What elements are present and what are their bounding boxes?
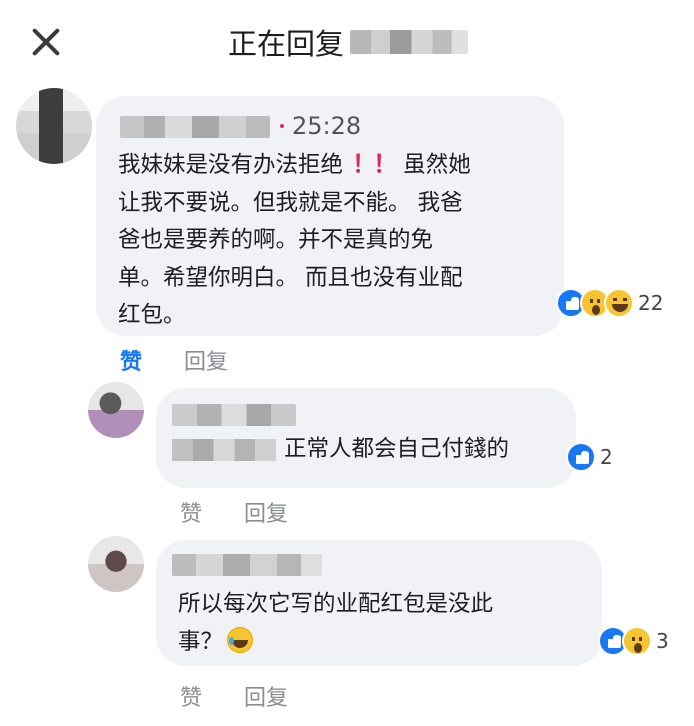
like-button[interactable]: 赞 — [120, 344, 142, 376]
reply-button[interactable]: 回复 — [244, 680, 288, 712]
reply-button[interactable]: 回复 — [244, 496, 288, 528]
comment-text-part: 我妹妹是没有办法拒绝 — [118, 152, 351, 178]
reaction-summary[interactable]: 2 — [566, 442, 613, 472]
wow-icon — [622, 626, 652, 656]
comment-text-part: 所以每次它写的业配红包是没此 事？ — [178, 591, 494, 655]
reply-header: 正在回复 — [0, 0, 694, 86]
haha-icon — [604, 288, 634, 318]
comment-actions: 赞 回复 — [180, 680, 288, 712]
comment-actions: 赞 回复 — [180, 496, 288, 528]
page-title: 正在回复 — [228, 27, 345, 61]
rolling-on-floor-laughing-emoji — [227, 626, 254, 653]
avatar[interactable] — [88, 536, 144, 592]
comment-text-part: 虽然她 让我不要说。但我就是不能。 我爸 爸也是要养的啊。并不是真的免 单。希望… — [118, 152, 471, 328]
reaction-summary[interactable]: 3 — [598, 626, 669, 656]
timestamp: 25:28 — [280, 112, 361, 140]
comment-actions: 赞 回复 — [120, 344, 228, 376]
reaction-summary[interactable]: 22 — [556, 288, 663, 318]
reaction-count: 2 — [600, 445, 613, 469]
like-button[interactable]: 赞 — [180, 680, 202, 712]
blurred-author-name[interactable] — [172, 404, 296, 426]
comment-text: 所以每次它写的业配红包是没此 事？ — [178, 586, 588, 661]
reaction-count: 22 — [638, 291, 664, 315]
reply-button[interactable]: 回复 — [184, 344, 228, 376]
comment-text: 正常人都会自己付錢的 — [172, 434, 572, 464]
comment-bubble: 正常人都会自己付錢的 — [156, 388, 576, 488]
blurred-recipient-name — [350, 30, 469, 54]
comment-text-part: 正常人都会自己付錢的 — [284, 436, 510, 462]
like-button[interactable]: 赞 — [180, 496, 202, 528]
like-icon — [566, 442, 596, 472]
avatar[interactable] — [88, 382, 144, 438]
comment-text: 我妹妹是没有办法拒绝 ！！ 虽然她 让我不要说。但我就是不能。 我爸 爸也是要养… — [118, 146, 538, 335]
timestamp-text: 25:28 — [292, 112, 362, 140]
comment-bubble: 25:28 我妹妹是没有办法拒绝 ！！ 虽然她 让我不要说。但我就是不能。 我爸… — [96, 96, 564, 336]
blurred-mention[interactable] — [172, 438, 276, 461]
reaction-count: 3 — [656, 629, 669, 653]
separator-dot — [280, 124, 284, 128]
close-icon[interactable] — [28, 24, 64, 60]
avatar[interactable] — [16, 88, 92, 164]
double-exclamation-emoji: ！！ — [352, 150, 397, 178]
blurred-author-name[interactable] — [172, 554, 322, 576]
reply-title-group: 正在回复 — [228, 22, 469, 62]
comment-bubble: 所以每次它写的业配红包是没此 事？ — [156, 540, 602, 666]
blurred-author-name[interactable] — [120, 116, 270, 138]
